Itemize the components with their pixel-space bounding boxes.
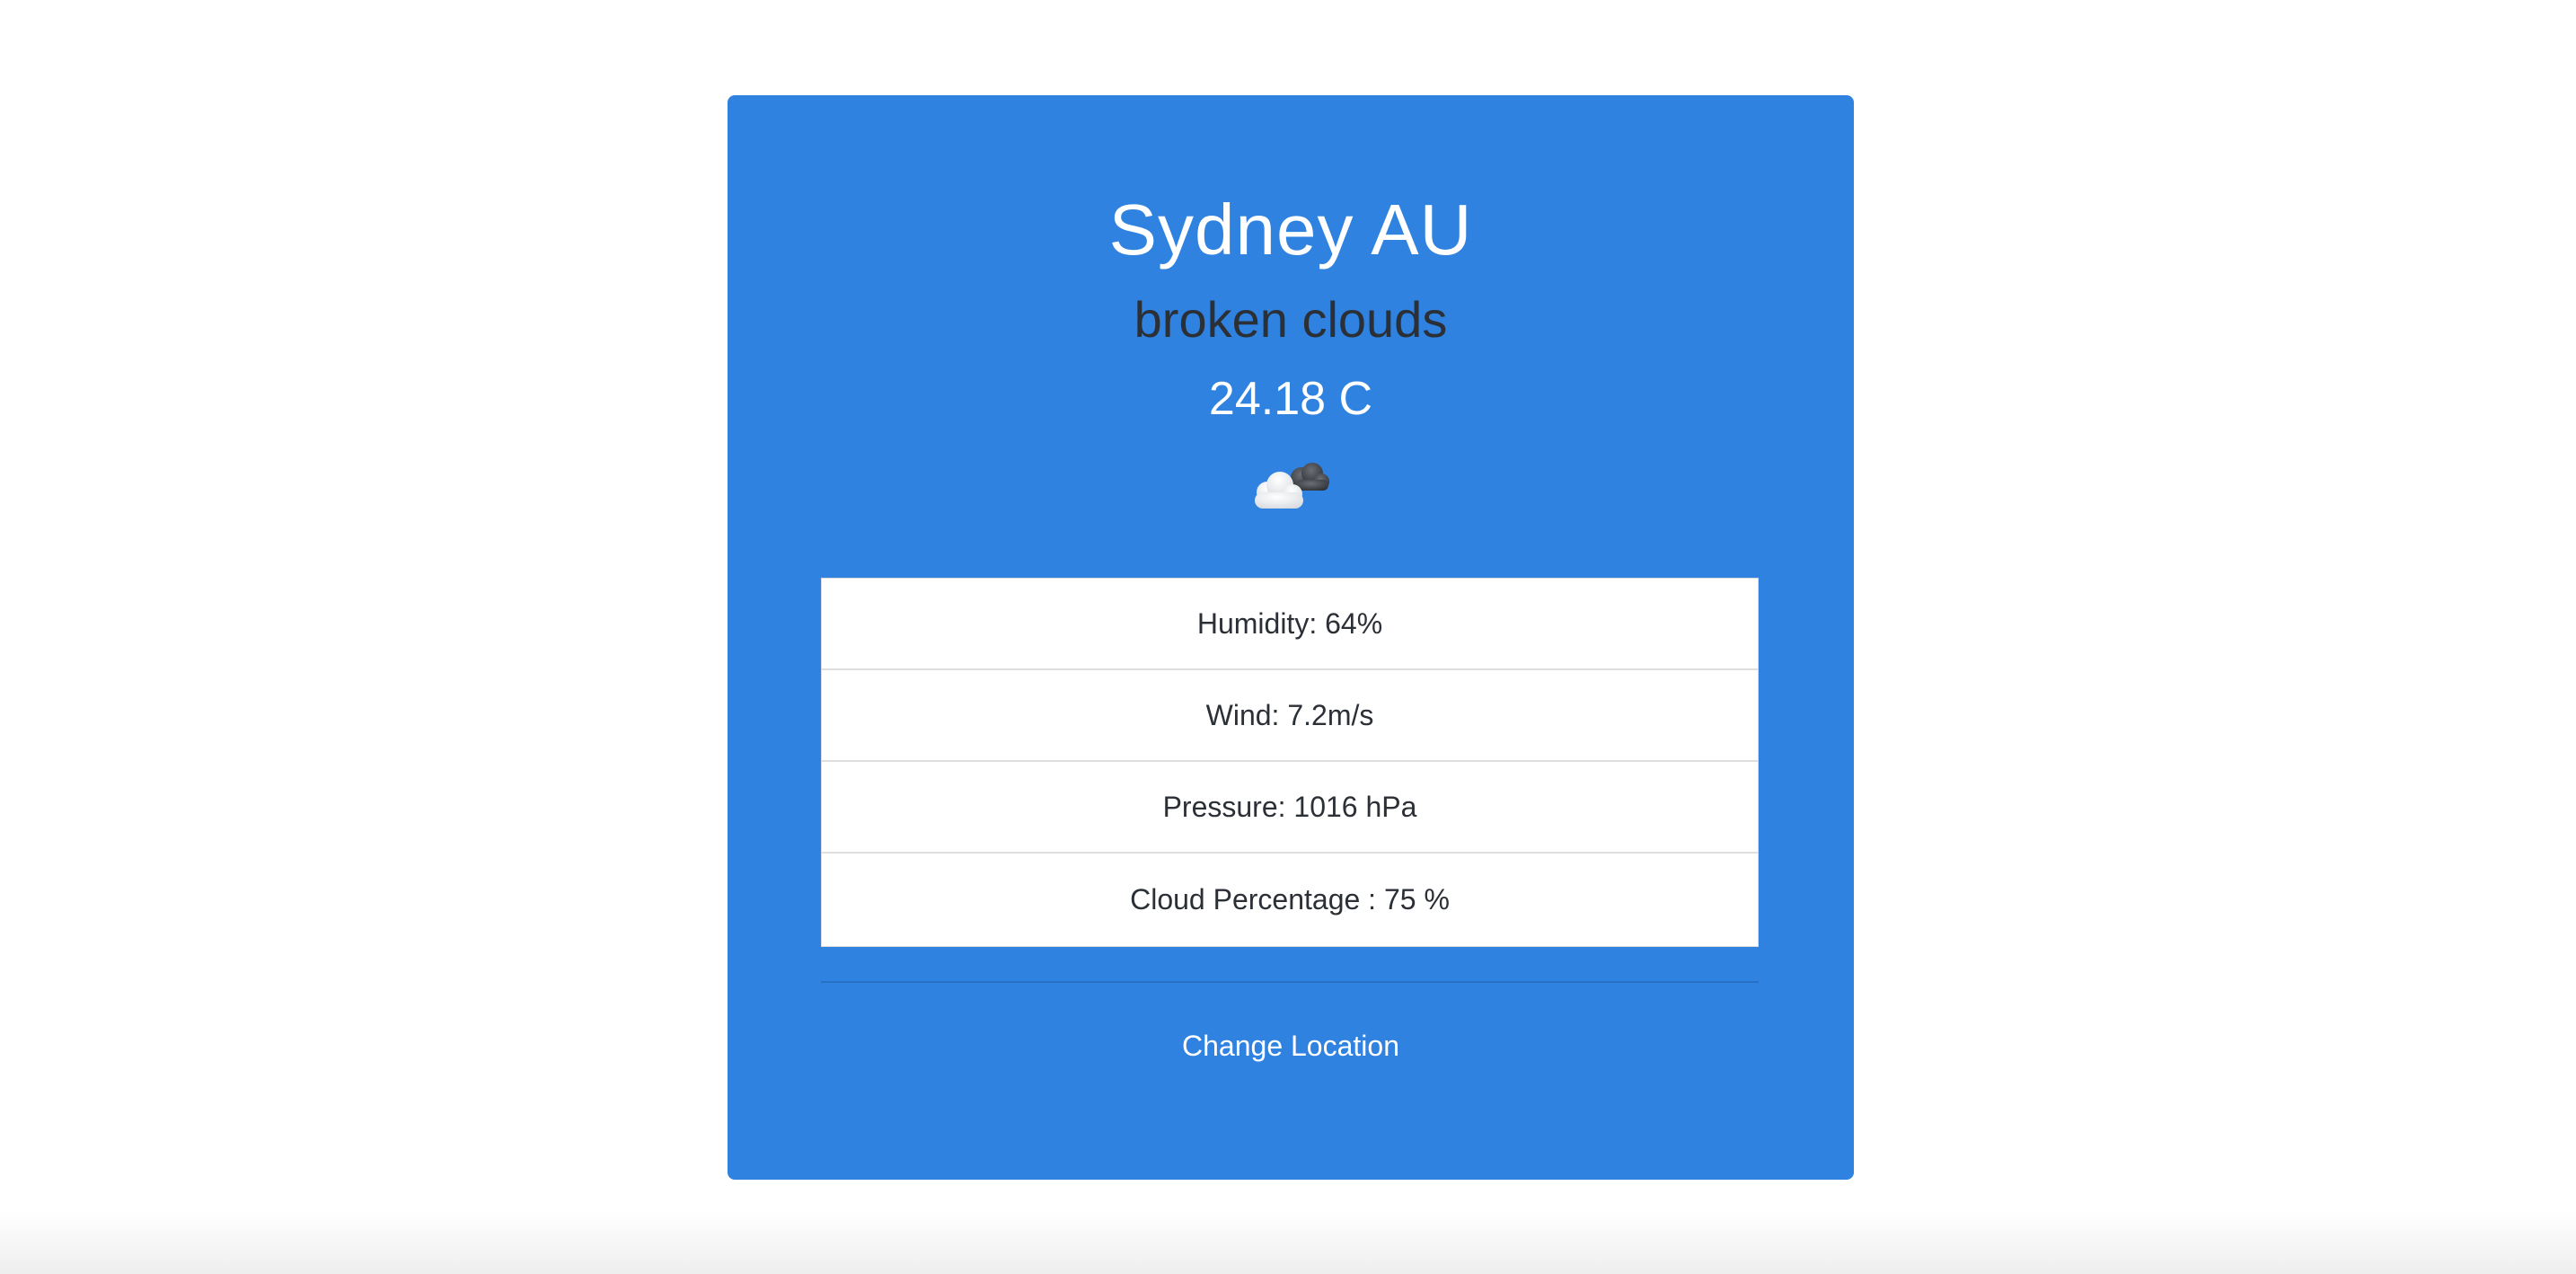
weather-description: broken clouds [1134,291,1448,348]
pressure-row: Pressure: 1016 hPa [822,762,1758,854]
location-title: Sydney AU [1108,190,1473,270]
bottom-shade [0,1211,2576,1274]
humidity-row: Humidity: 64% [822,579,1758,670]
weather-details-list: Humidity: 64% Wind: 7.2m/s Pressure: 101… [821,578,1759,947]
divider [821,981,1759,983]
cloud-percentage-row: Cloud Percentage : 75 % [1130,883,1450,916]
temperature-value: 24.18 C [1208,373,1373,425]
broken-clouds-icon [1255,463,1329,509]
weather-card: Sydney AU broken clouds 24.18 C Humidity… [728,95,1854,1180]
wind-row: Wind: 7.2m/s [822,670,1758,762]
change-location-link[interactable]: Change Location [728,1030,1854,1063]
